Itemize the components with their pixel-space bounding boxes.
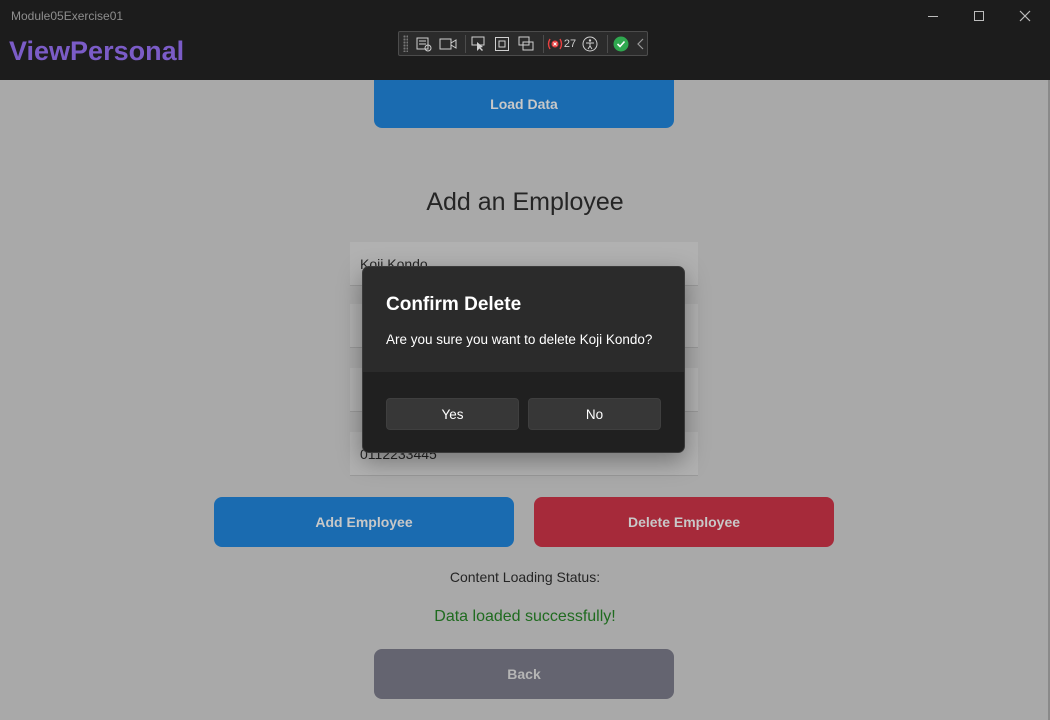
load-data-button[interactable]: Load Data: [374, 80, 674, 128]
status-label: Content Loading Status:: [449, 569, 601, 585]
toolbar-separator: [464, 34, 466, 53]
window-title: Module05Exercise01: [11, 9, 124, 23]
close-button[interactable]: [1002, 4, 1048, 28]
grip-handle[interactable]: [403, 35, 409, 52]
frame-icon: [495, 36, 510, 51]
confirm-delete-dialog: Confirm Delete Are you sure you want to …: [362, 266, 685, 453]
video-button[interactable]: [438, 34, 458, 54]
title-bar: Module05Exercise01 ViewPersonal 27: [0, 0, 1050, 80]
yes-button[interactable]: Yes: [386, 398, 519, 430]
binding-failures-count: 27: [563, 37, 577, 50]
pointer-button[interactable]: [469, 34, 489, 54]
check-icon: [613, 36, 629, 51]
adorner-icon: [518, 36, 534, 50]
select-element-button[interactable]: [414, 34, 434, 54]
toolbar-separator: [542, 34, 544, 53]
adorner-button[interactable]: [516, 34, 536, 54]
hot-reload-icon: [547, 38, 563, 49]
add-employee-button[interactable]: Add Employee: [214, 497, 514, 547]
dialog-footer: Yes No: [363, 372, 684, 452]
minimize-icon: [927, 15, 938, 17]
accessibility-icon: [582, 36, 598, 51]
delete-employee-button[interactable]: Delete Employee: [534, 497, 834, 547]
close-icon: [1019, 10, 1031, 22]
dialog-title: Confirm Delete: [386, 294, 522, 315]
no-button[interactable]: No: [528, 398, 661, 430]
frame-button[interactable]: [492, 34, 512, 54]
maximize-icon: [973, 10, 984, 21]
chevron-left-icon: [636, 38, 644, 49]
back-button[interactable]: Back: [374, 649, 674, 699]
page-title: ViewPersonal: [9, 36, 185, 66]
pointer-icon: [471, 36, 485, 51]
binding-failures-button[interactable]: [547, 34, 563, 54]
dialog-message: Are you sure you want to delete Koji Kon…: [386, 332, 653, 347]
toolbar-separator: [606, 34, 608, 53]
maximize-button[interactable]: [956, 4, 1002, 28]
video-icon: [439, 38, 457, 49]
minimize-button[interactable]: [910, 4, 956, 28]
status-check-button[interactable]: [611, 34, 631, 54]
select-element-icon: [416, 37, 432, 51]
accessibility-button[interactable]: [580, 34, 600, 54]
status-message: Data loaded successfully!: [434, 608, 616, 625]
add-employee-heading: Add an Employee: [426, 188, 624, 216]
debug-toolbar: 27: [398, 31, 648, 56]
collapse-toolbar-button[interactable]: [634, 34, 647, 54]
